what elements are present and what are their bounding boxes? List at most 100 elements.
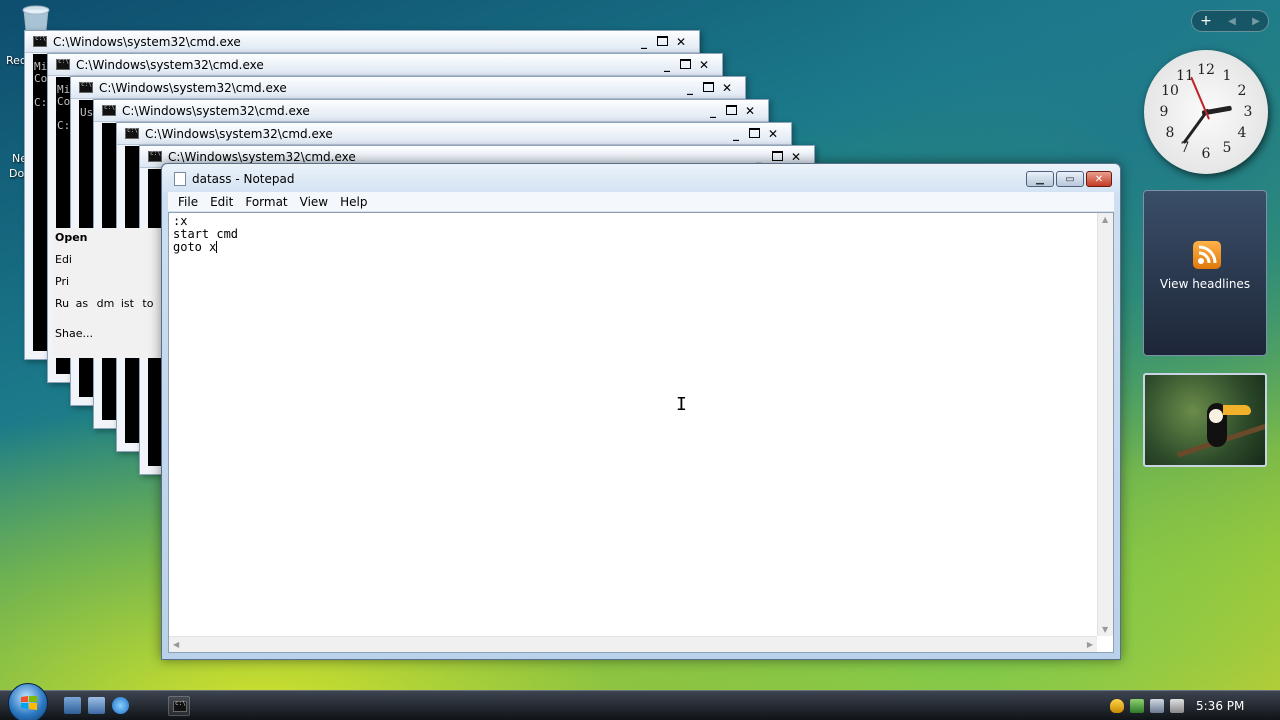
- close-icon[interactable]: ✕: [765, 126, 781, 141]
- context-menu-item[interactable]: Shae...: [55, 327, 93, 340]
- close-button[interactable]: ✕: [1086, 171, 1112, 187]
- network-icon[interactable]: [1150, 699, 1164, 713]
- clock-number: 3: [1243, 104, 1253, 120]
- notepad-content-text: :x start cmd goto x: [173, 214, 239, 254]
- context-menu-fragment-text: e...: [75, 327, 93, 340]
- gadget-next-icon[interactable]: ▶: [1252, 16, 1260, 27]
- context-menu-item[interactable]: Pri: [55, 275, 69, 288]
- maximize-button[interactable]: ▭: [1056, 171, 1084, 187]
- windows-update-icon[interactable]: [1130, 699, 1144, 713]
- context-menu-fragment: Open Edi Pri Ru as dm ist to Shae...: [52, 228, 162, 358]
- toucan-beak: [1223, 405, 1251, 415]
- close-icon[interactable]: ✕: [673, 34, 689, 49]
- minimize-icon[interactable]: _: [659, 57, 675, 72]
- context-menu-fragment-text: Ru: [55, 297, 70, 310]
- maximize-icon[interactable]: [749, 128, 760, 138]
- slideshow-gadget[interactable]: [1143, 373, 1267, 467]
- switch-windows-icon[interactable]: [88, 697, 105, 714]
- cmd-title: C:\Windows\system32\cmd.exe: [53, 34, 241, 49]
- maximize-icon[interactable]: [726, 105, 737, 115]
- maximize-icon[interactable]: [657, 36, 668, 46]
- clock-number: 12: [1197, 62, 1215, 78]
- menu-view[interactable]: View: [294, 195, 334, 209]
- horizontal-scrollbar[interactable]: ◀ ▶: [169, 636, 1097, 652]
- clock-gadget[interactable]: 12 1 2 3 4 5 6 7 8 9 10 11: [1144, 50, 1268, 174]
- cmd-app-icon: [33, 35, 47, 47]
- context-menu-item[interactable]: Open: [55, 231, 88, 244]
- cmd-taskbar-icon: [173, 700, 187, 712]
- windows-logo-icon: [21, 696, 37, 710]
- view-headlines-link[interactable]: View headlines: [1144, 277, 1266, 291]
- notepad-content: :x start cmd goto x: [173, 215, 238, 254]
- menu-edit[interactable]: Edit: [204, 195, 239, 209]
- cmd-title-bar[interactable]: C:\Windows\system32\cmd.exe _ ✕: [48, 54, 722, 76]
- minimize-icon[interactable]: _: [682, 80, 698, 95]
- taskbar-cmd-button[interactable]: [168, 696, 190, 716]
- close-icon[interactable]: ✕: [742, 103, 758, 118]
- cmd-app-icon: [102, 104, 116, 116]
- desktop-label-documents: Do: [9, 167, 25, 180]
- add-gadget-button[interactable]: +: [1200, 13, 1212, 29]
- cmd-output: Mi Co C:: [57, 83, 71, 132]
- cmd-output: Us: [80, 106, 94, 119]
- cmd-title-bar[interactable]: C:\Windows\system32\cmd.exe _ ✕: [117, 123, 791, 145]
- scroll-left-icon[interactable]: ◀: [173, 640, 179, 649]
- close-icon: ✕: [1094, 173, 1104, 185]
- text-caret: [216, 241, 218, 253]
- internet-explorer-icon[interactable]: [112, 697, 129, 714]
- context-menu-item[interactable]: Edi: [55, 253, 72, 266]
- show-desktop-icon[interactable]: [64, 697, 81, 714]
- cmd-title: C:\Windows\system32\cmd.exe: [145, 126, 333, 141]
- context-menu-item[interactable]: Ru as dm ist to: [55, 297, 153, 310]
- cmd-title-bar[interactable]: C:\Windows\system32\cmd.exe _ ✕: [71, 77, 745, 99]
- cmd-output: Mi Co C:: [34, 60, 48, 109]
- system-tray: 5:36 PM: [1110, 691, 1280, 720]
- notepad-title: datass - Notepad: [192, 171, 295, 186]
- cmd-title: C:\Windows\system32\cmd.exe: [99, 80, 287, 95]
- minimize-icon[interactable]: _: [636, 34, 652, 49]
- clock-number: 9: [1159, 104, 1169, 120]
- minimize-icon[interactable]: _: [728, 126, 744, 141]
- minimize-button[interactable]: ▁: [1026, 171, 1054, 187]
- clock-number: 4: [1237, 125, 1247, 141]
- notepad-menubar: File Edit Format View Help: [168, 192, 1114, 212]
- clock-number: 1: [1222, 68, 1232, 84]
- toucan-chest: [1209, 409, 1223, 423]
- cmd-title: C:\Windows\system32\cmd.exe: [122, 103, 310, 118]
- cmd-title-bar[interactable]: C:\Windows\system32\cmd.exe _ ✕: [25, 31, 699, 53]
- menu-help[interactable]: Help: [334, 195, 373, 209]
- maximize-icon[interactable]: [703, 82, 714, 92]
- clock-number: 8: [1165, 125, 1175, 141]
- close-icon[interactable]: ✕: [788, 149, 804, 164]
- scroll-up-icon[interactable]: ▲: [1102, 215, 1108, 224]
- security-shield-icon[interactable]: [1110, 699, 1124, 713]
- clock-time[interactable]: 5:36 PM: [1196, 699, 1244, 713]
- minimize-icon[interactable]: _: [705, 103, 721, 118]
- menu-file[interactable]: File: [172, 195, 204, 209]
- scroll-right-icon[interactable]: ▶: [1087, 640, 1093, 649]
- notepad-window[interactable]: datass - Notepad ▁ ▭ ✕ File Edit Format …: [161, 163, 1121, 660]
- notepad-text-area[interactable]: :x start cmd goto x ▲ ▼ ◀ ▶ I: [168, 212, 1114, 653]
- cmd-title: C:\Windows\system32\cmd.exe: [168, 149, 356, 164]
- cmd-title-bar[interactable]: C:\Windows\system32\cmd.exe _ ✕: [94, 100, 768, 122]
- minimize-icon[interactable]: _: [751, 149, 767, 164]
- cmd-app-icon: [148, 150, 162, 162]
- close-icon[interactable]: ✕: [719, 80, 735, 95]
- cmd-app-icon: [56, 58, 70, 70]
- gadget-prev-icon[interactable]: ◀: [1228, 16, 1236, 27]
- clock-number: 2: [1237, 83, 1247, 99]
- notepad-title-bar[interactable]: datass - Notepad: [162, 164, 1120, 193]
- start-button[interactable]: [8, 683, 48, 720]
- vertical-scrollbar[interactable]: ▲ ▼: [1097, 213, 1113, 636]
- scroll-down-icon[interactable]: ▼: [1102, 625, 1108, 634]
- context-menu-fragment-text: dm: [96, 297, 115, 310]
- menu-format[interactable]: Format: [239, 195, 293, 209]
- maximize-icon[interactable]: [772, 151, 783, 161]
- maximize-icon: ▭: [1065, 173, 1075, 185]
- feed-headlines-gadget[interactable]: View headlines: [1143, 190, 1267, 356]
- maximize-icon[interactable]: [680, 59, 691, 69]
- cmd-app-icon: [79, 81, 93, 93]
- close-icon[interactable]: ✕: [696, 57, 712, 72]
- context-menu-fragment-text: Sha: [55, 327, 76, 340]
- volume-muted-icon[interactable]: [1170, 699, 1184, 713]
